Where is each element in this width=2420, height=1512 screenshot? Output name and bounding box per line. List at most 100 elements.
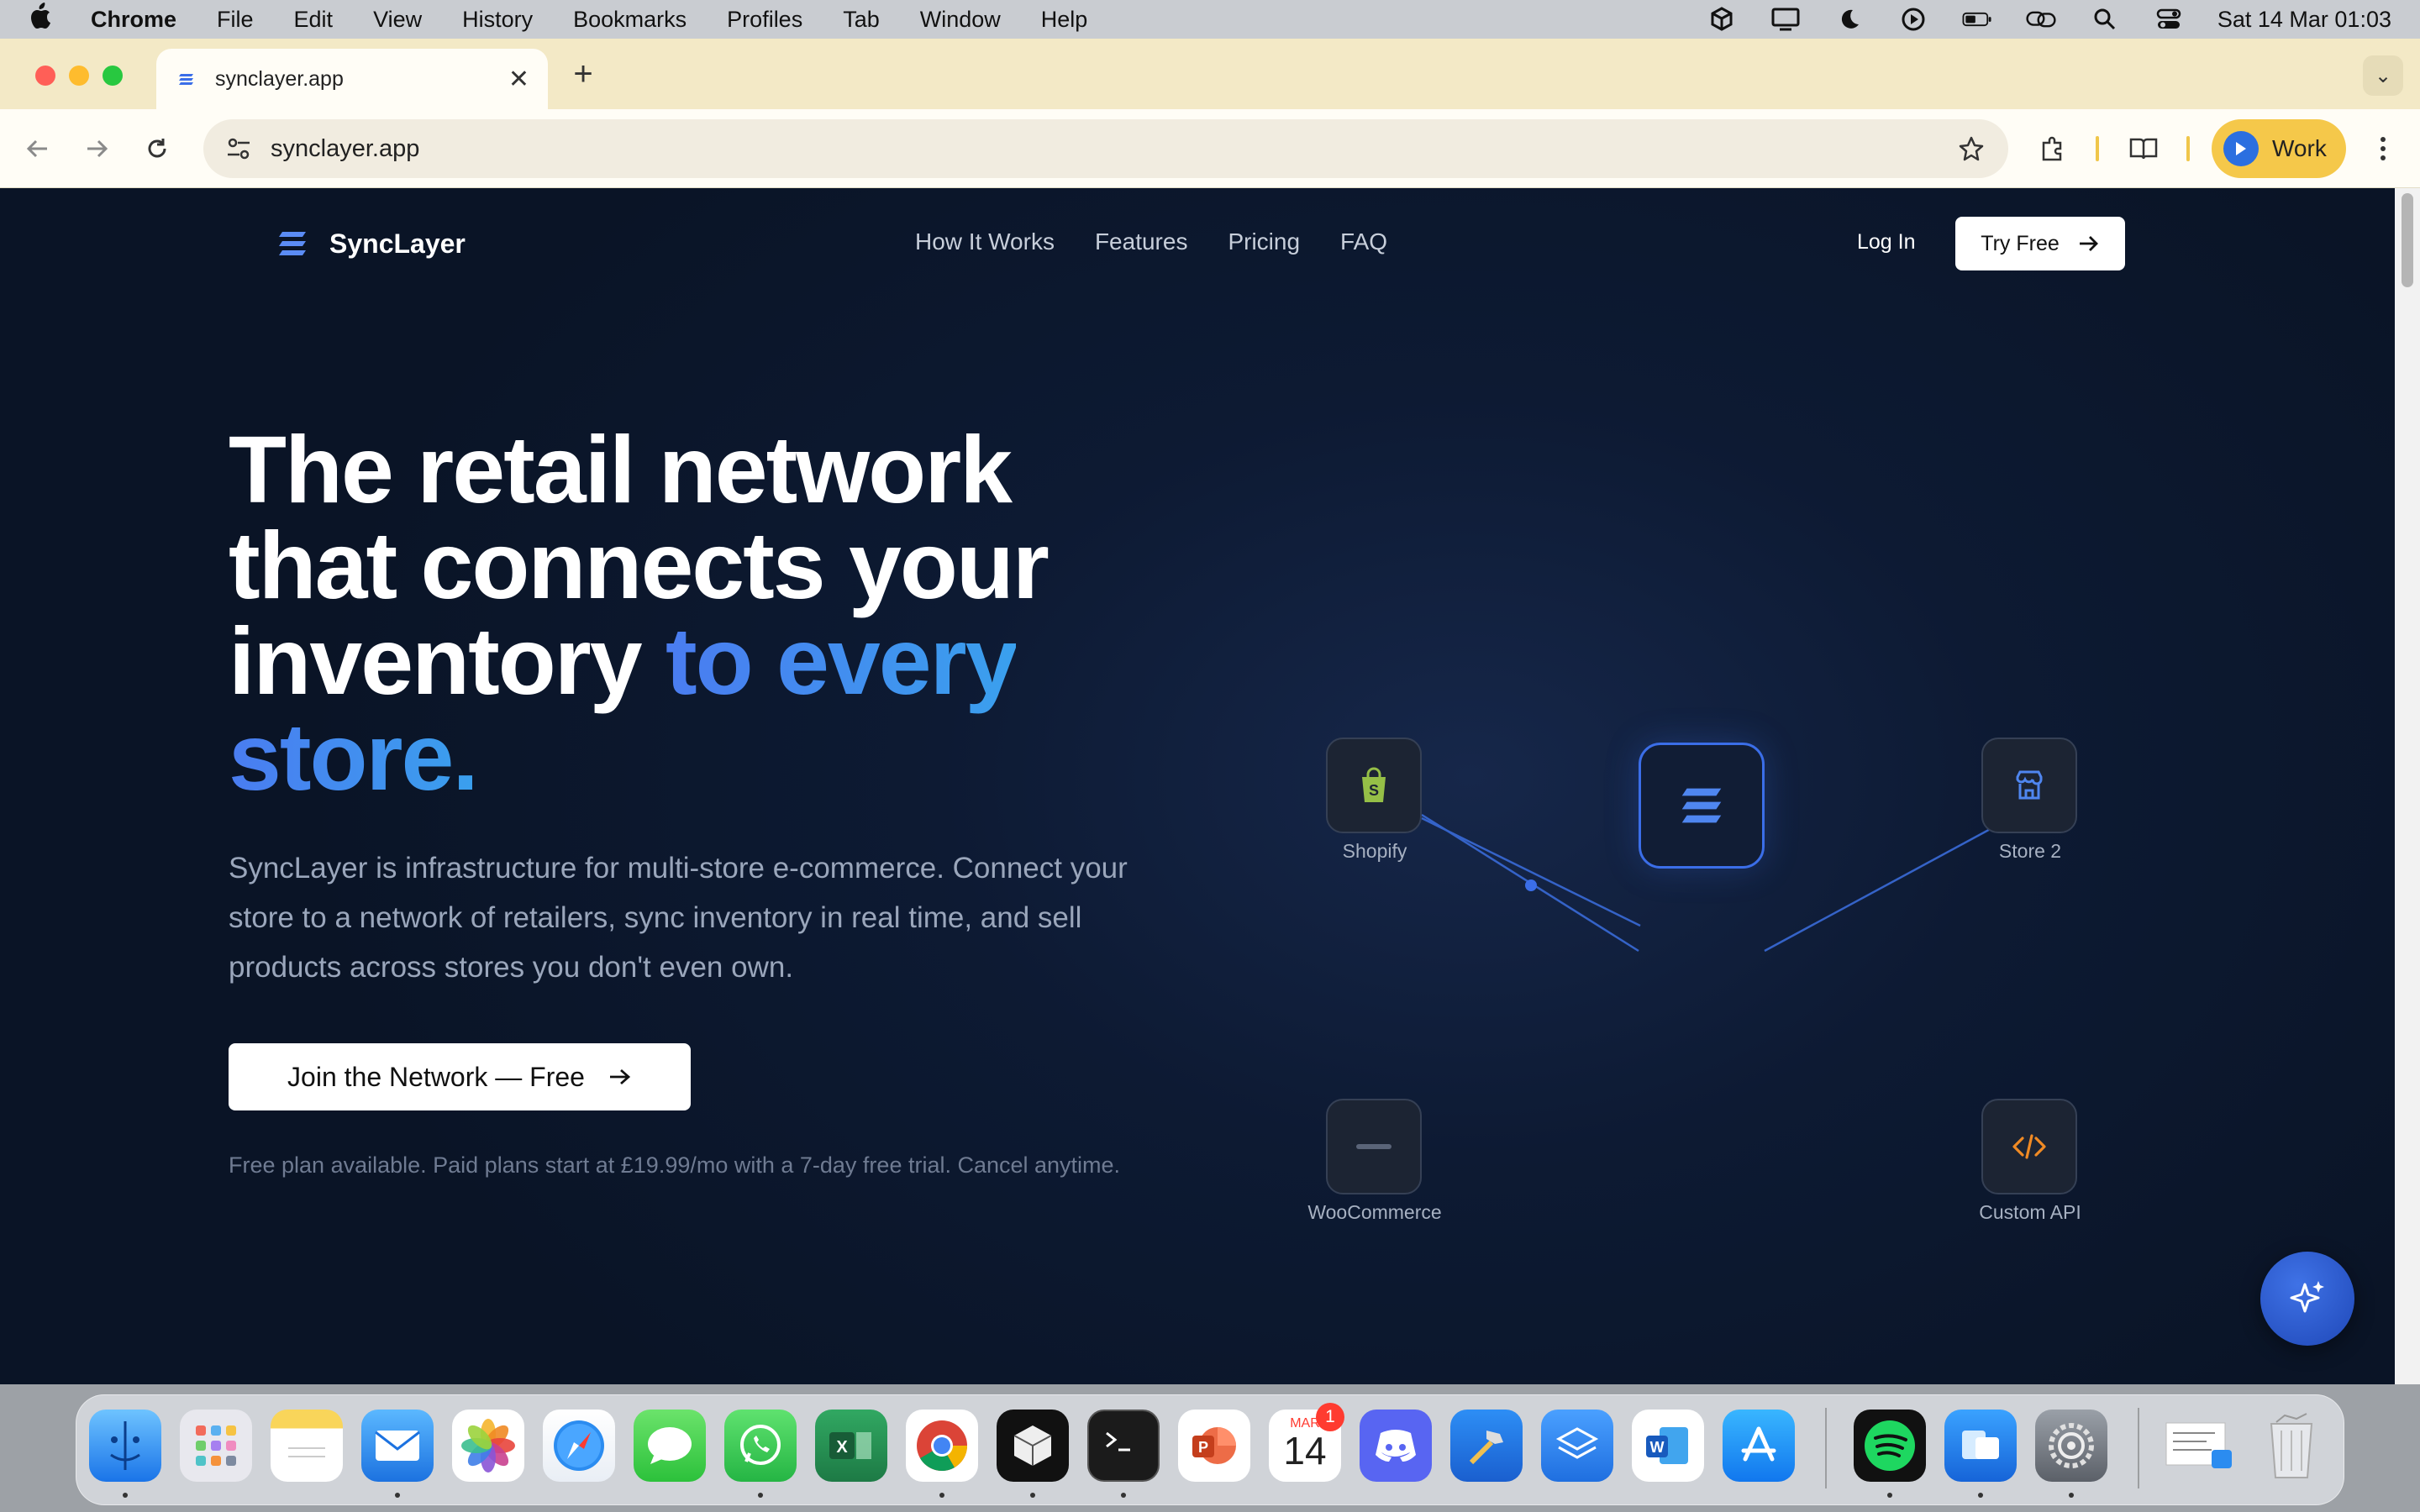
word-icon[interactable]: W	[1632, 1410, 1704, 1482]
whatsapp-icon[interactable]	[724, 1410, 797, 1482]
messages-icon[interactable]	[634, 1410, 706, 1482]
tab-close-icon[interactable]: ✕	[508, 65, 529, 94]
ai-assistant-button[interactable]	[2260, 1252, 2354, 1346]
forward-arrow-icon[interactable]	[77, 129, 116, 168]
login-link[interactable]: Log In	[1857, 230, 1916, 255]
tab-search-chevron-icon[interactable]: ⌄	[2363, 55, 2403, 96]
discord-icon[interactable]	[1360, 1410, 1432, 1482]
spotlight-search-icon[interactable]	[2090, 7, 2120, 32]
browser-tab[interactable]: synclayer.app ✕	[156, 49, 548, 109]
menu-help[interactable]: Help	[1041, 7, 1088, 33]
page-scrollbar[interactable]	[2395, 188, 2420, 1384]
chrome-running-dot	[939, 1493, 944, 1498]
menu-tab[interactable]: Tab	[843, 7, 880, 33]
shopify-bag-icon: S	[1362, 767, 1386, 802]
scrollbar-thumb[interactable]	[2402, 193, 2413, 287]
shopify-node[interactable]: S	[1326, 738, 1422, 833]
powerpoint-icon[interactable]: P	[1178, 1410, 1250, 1482]
extensions-puzzle-icon[interactable]	[2033, 129, 2072, 168]
new-tab-button[interactable]: +	[566, 55, 600, 93]
svg-text:S: S	[1369, 782, 1379, 799]
menu-file[interactable]: File	[217, 7, 254, 33]
try-free-label: Try Free	[1981, 231, 2060, 255]
hero-line-3: inventory	[229, 608, 643, 714]
control-center-icon[interactable]	[2154, 7, 2184, 32]
arrow-right-icon	[2079, 236, 2098, 251]
hero-subtitle: SyncLayer is infrastructure for multi-st…	[229, 852, 1128, 984]
nav-how-it-works[interactable]: How It Works	[915, 228, 1055, 255]
chrome-menu-icon[interactable]	[2368, 129, 2398, 168]
display-status-icon[interactable]	[1770, 7, 1801, 32]
trash-icon[interactable]	[2255, 1410, 2328, 1482]
launchpad-icon[interactable]	[180, 1410, 252, 1482]
try-free-button[interactable]: Try Free	[1955, 217, 2125, 270]
chrome-icon[interactable]	[906, 1410, 978, 1482]
arrow-right-icon	[609, 1068, 631, 1085]
site-header: SyncLayer How It Works Features Pricing …	[274, 217, 2126, 270]
menu-app-name[interactable]: Chrome	[91, 7, 176, 33]
reload-icon[interactable]	[138, 129, 176, 168]
menu-edit[interactable]: Edit	[294, 7, 334, 33]
nav-faq[interactable]: FAQ	[1340, 228, 1387, 255]
join-network-button[interactable]: Join the Network — Free	[229, 1043, 691, 1110]
mail-icon[interactable]	[361, 1410, 434, 1482]
site-settings-icon[interactable]	[224, 134, 254, 164]
screens-app-icon[interactable]	[1944, 1410, 2017, 1482]
menu-bookmarks[interactable]: Bookmarks	[573, 7, 687, 33]
downloads-stack-icon[interactable]	[2163, 1410, 2235, 1482]
safari-icon[interactable]	[543, 1410, 615, 1482]
excel-icon[interactable]: X	[815, 1410, 887, 1482]
profile-button[interactable]: Work	[2212, 119, 2346, 178]
moon-status-icon[interactable]	[1834, 7, 1865, 32]
woocommerce-logo-icon	[1356, 1144, 1392, 1149]
nav-pricing[interactable]: Pricing	[1228, 228, 1300, 255]
synclayer-favicon-icon	[175, 67, 198, 91]
bookmark-star-icon[interactable]	[1954, 132, 1988, 165]
menubar-clock[interactable]: Sat 14 Mar 01:03	[2217, 7, 2391, 33]
brand-link[interactable]: SyncLayer	[274, 225, 466, 262]
nav-features[interactable]: Features	[1095, 228, 1188, 255]
xcode-hammer-icon[interactable]	[1450, 1410, 1523, 1482]
brand-name: SyncLayer	[329, 228, 466, 259]
battery-status-icon[interactable]	[1962, 7, 1992, 32]
code-brackets-icon	[2012, 1134, 2046, 1159]
terminal-icon[interactable]	[1087, 1410, 1160, 1482]
photos-icon[interactable]	[452, 1410, 524, 1482]
finder-running-dot	[123, 1493, 128, 1498]
synclayer-hub-node[interactable]	[1639, 743, 1765, 869]
spotify-running-dot	[1887, 1493, 1892, 1498]
notes-icon[interactable]	[271, 1410, 343, 1482]
store-2-node[interactable]	[1981, 738, 2077, 833]
terminal-running-dot	[1121, 1493, 1126, 1498]
window-zoom-button[interactable]	[103, 66, 123, 86]
reading-list-icon[interactable]	[2124, 129, 2163, 168]
mail-running-dot	[395, 1493, 400, 1498]
finder-icon[interactable]	[89, 1410, 161, 1482]
custom-api-node[interactable]	[1981, 1099, 2077, 1194]
synclayer-logo-icon	[279, 232, 306, 255]
cube-status-icon[interactable]	[1707, 7, 1737, 32]
dock-divider	[1825, 1408, 1827, 1488]
app-store-icon[interactable]	[1723, 1410, 1795, 1482]
calendar-day: 14	[1283, 1429, 1327, 1473]
menu-profiles[interactable]: Profiles	[727, 7, 802, 33]
layers-app-icon[interactable]	[1541, 1410, 1613, 1482]
back-arrow-icon[interactable]	[18, 129, 57, 168]
menu-window[interactable]: Window	[920, 7, 1001, 33]
apple-menu-icon[interactable]	[29, 3, 62, 36]
cube-app-icon[interactable]	[997, 1410, 1069, 1482]
settings-running-dot	[2069, 1493, 2074, 1498]
page-viewport: SyncLayer How It Works Features Pricing …	[0, 188, 2420, 1384]
address-bar[interactable]: synclayer.app	[203, 119, 2008, 178]
system-settings-icon[interactable]	[2035, 1410, 2107, 1482]
woocommerce-node[interactable]	[1326, 1099, 1422, 1194]
menu-view[interactable]: View	[373, 7, 422, 33]
play-status-icon[interactable]	[1898, 7, 1928, 32]
url-text[interactable]: synclayer.app	[271, 135, 419, 163]
window-close-button[interactable]	[35, 66, 55, 86]
menu-history[interactable]: History	[462, 7, 533, 33]
window-minimize-button[interactable]	[69, 66, 89, 86]
shopify-label: Shopify	[1342, 840, 1407, 862]
link-status-icon[interactable]	[2026, 7, 2056, 32]
spotify-icon[interactable]	[1854, 1410, 1926, 1482]
